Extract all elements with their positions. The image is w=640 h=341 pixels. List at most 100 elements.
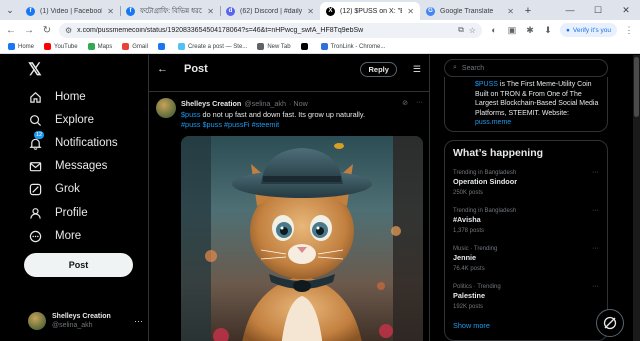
bookmark-item[interactable] <box>157 43 168 50</box>
tweet-body: Shelleys Creation @selina_akh · Now ⊘ ··… <box>181 98 423 341</box>
back-arrow-icon[interactable]: ← <box>157 63 168 75</box>
extension-icon[interactable]: ▣ <box>506 25 518 36</box>
tweet-avatar[interactable] <box>156 98 176 118</box>
browser-tab[interactable]: f (1) Video | Facebook ✕ <box>20 2 120 20</box>
minimize-icon[interactable]: — <box>556 5 584 15</box>
site-info-icon[interactable]: ⚙ <box>65 26 72 35</box>
tweet-text: $puss do not up fast and down fast. Its … <box>181 110 423 130</box>
bookmark-item[interactable]: YouTube <box>44 43 78 50</box>
tab-title: (62) Discord | #daily-tasks | <box>240 7 303 15</box>
more-dots-icon[interactable]: ··· <box>592 283 599 290</box>
download-icon[interactable]: ⬇ <box>542 25 554 36</box>
x-logo-icon[interactable]: 𝕏 <box>28 61 44 78</box>
menu-icon[interactable]: ⋮ <box>623 25 635 36</box>
close-tab-icon[interactable]: ✕ <box>307 7 314 16</box>
reload-icon[interactable]: ↻ <box>41 25 53 36</box>
back-icon[interactable]: ← <box>5 25 17 36</box>
show-more-link[interactable]: Show more <box>453 321 599 330</box>
bookmark-item[interactable]: New Tab <box>257 43 291 50</box>
tweet-author[interactable]: Shelleys Creation <box>181 99 241 108</box>
bookmark-item[interactable]: Maps <box>87 43 112 50</box>
tab-favicon-icon: f <box>26 6 35 16</box>
trend-item[interactable]: Politics · Trending Palestine 192K posts ··… <box>453 283 599 321</box>
grok-icon[interactable]: ⊘ <box>402 99 408 107</box>
x-app: 𝕏 Home Explore 12 Notifications Messages Grok… <box>0 55 640 341</box>
more-dots-icon[interactable]: ··· <box>592 245 599 252</box>
close-tab-icon[interactable]: ✕ <box>407 7 414 16</box>
cashtag-link[interactable]: $puss <box>181 110 200 119</box>
post-button[interactable]: Post <box>24 253 133 277</box>
more-dots-icon[interactable]: ··· <box>416 99 423 107</box>
extension-icon[interactable]: ◐ <box>488 25 500 35</box>
nav-item-messages[interactable]: Messages <box>28 156 107 176</box>
tweet-handle[interactable]: @selina_akh <box>244 99 286 108</box>
extensions-puzzle-icon[interactable]: ✱ <box>524 25 536 36</box>
bookmark-item[interactable]: Gmail <box>122 43 148 50</box>
tab-title: (1) Video | Facebook <box>40 7 103 15</box>
nav-item-more[interactable]: More <box>28 226 81 246</box>
nav-item-profile[interactable]: Profile <box>28 203 88 223</box>
cashtag-link[interactable]: $PUSS <box>475 81 498 88</box>
scrollbar-thumb[interactable] <box>634 57 639 117</box>
browser-tab[interactable]: f ফটোগ্রাফি: বিভিন্ন ধরনের ফ ✕ <box>120 2 220 20</box>
search-box[interactable]: ⌕ Search <box>444 59 608 77</box>
bookmark-star-icon[interactable]: ☆ <box>469 26 476 35</box>
nav-label: Explore <box>55 114 94 126</box>
trend-context: Trending in Bangladesh <box>453 208 517 214</box>
tab-search-icon[interactable]: ⌄ <box>0 0 20 20</box>
search-placeholder: Search <box>461 64 485 72</box>
browser-toolbar: ← → ↻ ⚙ x.com/pussmemecoin/status/192083… <box>0 20 640 40</box>
page-scrollbar[interactable] <box>633 55 640 341</box>
url-text: x.com/pussmemecoin/status/19208336545041… <box>77 26 364 34</box>
browser-tab[interactable]: d (62) Discord | #daily-tasks | ✕ <box>220 2 320 20</box>
nav-item-explore[interactable]: Explore <box>28 110 94 130</box>
close-tab-icon[interactable]: ✕ <box>207 7 214 16</box>
bookmark-item[interactable]: TronLink - Chrome... <box>320 43 385 50</box>
close-tab-icon[interactable]: ✕ <box>507 7 514 16</box>
hashtag-links[interactable]: #puss $puss #pussFi #steemit <box>181 120 279 129</box>
grok-fab-button[interactable] <box>596 309 624 337</box>
forward-icon[interactable]: → <box>23 25 35 36</box>
page-title: Post <box>184 63 208 75</box>
install-icon[interactable]: ⧉ <box>458 25 464 35</box>
website-link[interactable]: puss.meme <box>475 119 511 126</box>
nav-item-home[interactable]: Home <box>28 87 86 107</box>
browser-tab[interactable]: G Google Translate ✕ <box>420 2 520 20</box>
more-dots-icon[interactable]: ··· <box>592 207 599 214</box>
account-icon: ● <box>565 26 570 34</box>
trend-item[interactable]: Trending in Bangladesh #Avisha 1,378 posts… <box>453 207 599 245</box>
trend-item[interactable]: Trending in Bangladesh Operation Sindoor 2… <box>453 169 599 207</box>
tweet[interactable]: Shelleys Creation @selina_akh · Now ⊘ ··… <box>149 91 429 341</box>
bell-icon: 12 <box>28 131 45 150</box>
new-tab-button[interactable]: + <box>520 2 536 20</box>
bookmark-label: New Tab <box>267 43 291 50</box>
bookmark-favicon-icon <box>177 43 185 50</box>
tweet-image-cat-in-hat[interactable] <box>181 136 423 341</box>
nav-item-notifications[interactable]: 12 Notifications <box>28 131 118 153</box>
browser-tab-active[interactable]: X (12) $PUSS on X: "Bitcoin is ✕ <box>320 2 420 20</box>
bookmark-label: YouTube <box>54 43 78 50</box>
nav-item-grok[interactable]: Grok <box>28 179 80 199</box>
trend-context: Trending in Bangladesh <box>453 170 517 176</box>
trend-context: Music · Trending <box>453 246 498 252</box>
bookmark-item[interactable]: Home <box>8 43 34 50</box>
close-tab-icon[interactable]: ✕ <box>107 7 114 16</box>
account-switcher[interactable]: Shelleys Creation @selina_akh ··· <box>28 311 143 331</box>
more-dots-icon[interactable]: ··· <box>134 316 143 326</box>
panel-title: What’s happening <box>453 147 544 159</box>
grok-icon <box>603 316 617 330</box>
bookmark-favicon-icon <box>257 43 265 50</box>
trend-item[interactable]: Music · Trending Jennie 76.4K posts ··· <box>453 245 599 283</box>
trend-count: 1,378 posts <box>453 228 485 234</box>
verify-button[interactable]: ● Verify it's you <box>559 23 617 37</box>
settings-sliders-icon[interactable]: ☰ <box>413 64 421 75</box>
maximize-icon[interactable]: ☐ <box>584 5 612 16</box>
close-window-icon[interactable]: ✕ <box>612 5 640 16</box>
bookmark-item[interactable]: Create a post — Ste... <box>177 43 247 50</box>
more-dots-icon[interactable]: ··· <box>592 169 599 176</box>
bookmark-item[interactable] <box>300 43 311 50</box>
bookmark-label: Gmail <box>132 43 148 50</box>
cat-illustration <box>181 136 423 341</box>
address-bar[interactable]: ⚙ x.com/pussmemecoin/status/192083365450… <box>59 22 482 38</box>
reply-button[interactable]: Reply <box>360 61 397 77</box>
